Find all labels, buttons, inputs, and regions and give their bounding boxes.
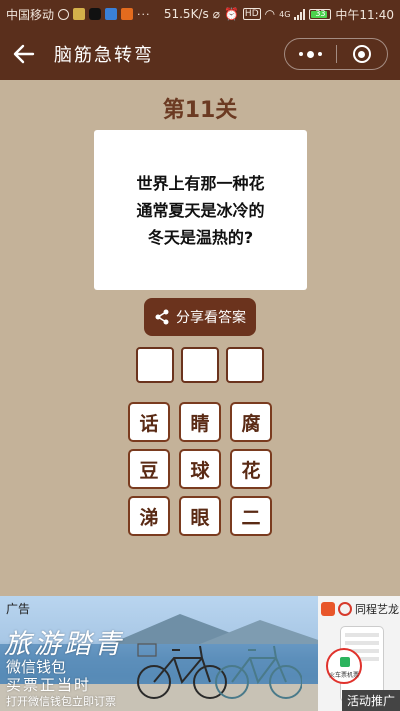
- ad-main-image[interactable]: 广告 旅游踏青 微信钱包 买票正当时 打开微信钱包立即订票: [0, 596, 330, 711]
- network-type: 4G: [279, 9, 291, 19]
- back-button[interactable]: [0, 28, 48, 80]
- answer-slot-3[interactable]: [226, 347, 264, 383]
- arrow-left-icon: [13, 44, 35, 64]
- char-tile[interactable]: 豆: [128, 449, 170, 489]
- network-speed: 51.5K/s: [163, 7, 209, 21]
- status-bar: 中国移动 ··· 51.5K/s ⌀ ⏰ HD ◠ 4G 33 中午11:40: [0, 0, 400, 28]
- notification-circle-icon: [58, 8, 70, 20]
- more-notifications-icon: ···: [137, 7, 151, 21]
- ad-line-2: 买票正当时: [6, 676, 92, 694]
- question-line: 通常夏天是冰冷的: [136, 200, 265, 220]
- app-notification-icon: [105, 8, 118, 20]
- bicycles-illustration: [137, 643, 302, 699]
- wifi-icon: ◠: [264, 7, 276, 21]
- share-answer-button[interactable]: 分享看答案: [144, 298, 256, 336]
- level-title: 第11关: [162, 98, 238, 123]
- ad-banner: 广告 旅游踏青 微信钱包 买票正当时 打开微信钱包立即订票 同程艺龙 火车票机票…: [0, 596, 400, 711]
- carrier-label: 中国移动: [6, 7, 55, 22]
- brand-logo-icon: [338, 602, 352, 616]
- char-tile[interactable]: 球: [179, 449, 221, 489]
- battery-icon: 33: [309, 8, 332, 20]
- question-line: 冬天是温热的?: [147, 227, 254, 247]
- ad-line-3: 打开微信钱包立即订票: [6, 695, 116, 708]
- ad-brand-name: 同程艺龙: [355, 603, 399, 616]
- mute-icon: ⌀: [212, 7, 220, 21]
- more-dots-icon: [298, 50, 322, 58]
- alarm-icon: ⏰: [223, 7, 239, 21]
- battery-level: 33: [315, 8, 326, 18]
- answer-slot-2[interactable]: [181, 347, 219, 383]
- char-tile[interactable]: 花: [230, 449, 272, 489]
- hd-badge: HD: [242, 8, 261, 20]
- train-icon: [340, 657, 350, 667]
- char-tile[interactable]: 腐: [230, 402, 272, 442]
- question-card: 世界上有那一种花 通常夏天是冰冷的 冬天是温热的?: [94, 130, 307, 290]
- char-tile[interactable]: 话: [128, 402, 170, 442]
- char-tile[interactable]: 眼: [179, 496, 221, 536]
- weibo-icon: [121, 8, 134, 20]
- ad-tag: 广告: [6, 602, 31, 616]
- phone-label: 火车票机票: [328, 672, 359, 679]
- char-tile[interactable]: 睛: [179, 402, 221, 442]
- target-circle-icon: [352, 45, 371, 63]
- more-button[interactable]: [285, 39, 336, 69]
- ad-side-panel[interactable]: 同程艺龙 火车票机票 活动推广: [318, 596, 400, 711]
- char-tile[interactable]: 涕: [128, 496, 170, 536]
- mini-program-capsule: [284, 38, 388, 70]
- share-icon: [155, 309, 169, 325]
- status-time: 中午11:40: [335, 7, 394, 22]
- promo-label: 活动推广: [341, 690, 400, 711]
- lock-app-icon: [73, 8, 86, 20]
- signal-icon: [294, 8, 306, 20]
- nav-bar: 脑筋急转弯: [0, 28, 400, 80]
- char-tile[interactable]: 二: [230, 496, 272, 536]
- question-line: 世界上有那一种花: [136, 173, 265, 193]
- page-title: 脑筋急转弯: [54, 45, 154, 66]
- tiktok-icon: [89, 8, 102, 20]
- answer-slot-1[interactable]: [136, 347, 174, 383]
- share-button-label: 分享看答案: [176, 310, 246, 326]
- brand-logo-icon: [321, 602, 335, 616]
- highlight-circle: 火车票机票: [326, 648, 362, 684]
- ad-brand: 同程艺龙: [321, 601, 399, 617]
- close-mini-program-button[interactable]: [337, 39, 388, 69]
